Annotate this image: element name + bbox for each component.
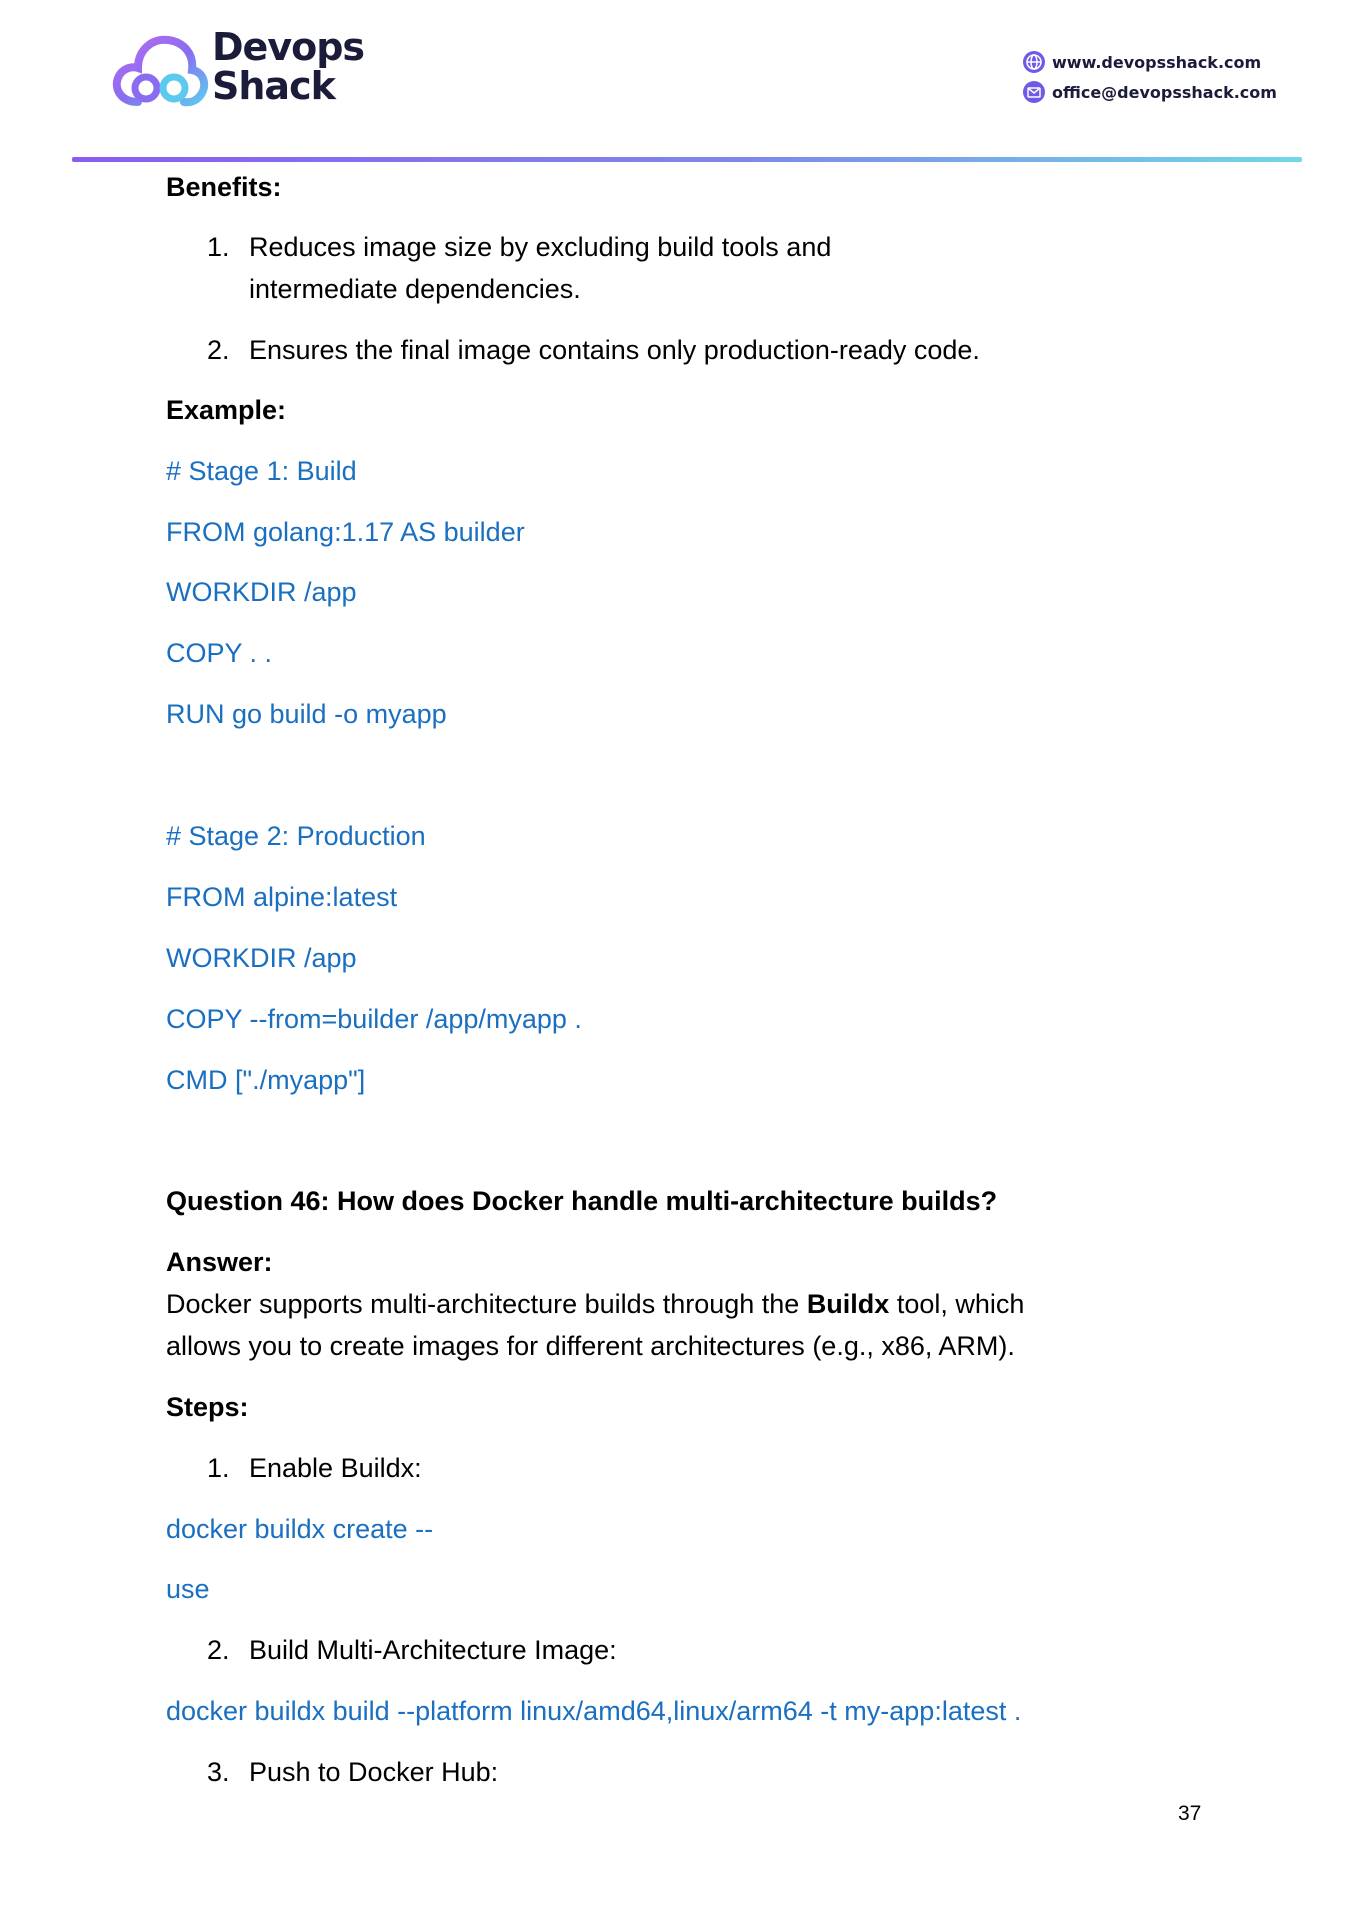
mail-icon bbox=[1023, 81, 1045, 103]
email-row: office@devopsshack.com bbox=[1022, 77, 1322, 107]
code-line: COPY . . bbox=[166, 638, 273, 668]
email-link[interactable]: office@devopsshack.com bbox=[1052, 83, 1277, 102]
answer-text: Docker supports multi-architecture build… bbox=[166, 1286, 1024, 1322]
code-line: FROM golang:1.17 AS builder bbox=[166, 517, 525, 547]
brand-line1: Devops bbox=[212, 25, 365, 69]
brand-line2: Shack bbox=[212, 64, 336, 108]
code-line: # Stage 2: Production bbox=[166, 821, 426, 851]
code-line: use bbox=[166, 1574, 210, 1604]
cloud-logo-icon bbox=[112, 35, 209, 107]
example-heading: Example: bbox=[166, 395, 287, 425]
answer-text-end: tool, which bbox=[889, 1289, 1025, 1319]
buildx-term: Buildx bbox=[806, 1289, 890, 1319]
step-number: 3. bbox=[207, 1757, 230, 1787]
step-number: 2. bbox=[207, 1635, 230, 1665]
code-line: COPY --from=builder /app/myapp . bbox=[166, 1004, 582, 1034]
steps-heading: Steps: bbox=[166, 1392, 249, 1422]
code-line: docker buildx build --platform linux/amd… bbox=[166, 1696, 1022, 1726]
benefit-number: 1. bbox=[207, 232, 230, 262]
answer-text-start: Docker supports multi-architecture build… bbox=[166, 1289, 807, 1319]
globe-icon bbox=[1023, 51, 1045, 73]
step-label: Enable Buildx: bbox=[249, 1453, 422, 1483]
contact-info: www.devopsshack.com office@devopsshack.c… bbox=[1022, 47, 1322, 107]
code-line: RUN go build -o myapp bbox=[166, 699, 447, 729]
header-divider bbox=[72, 157, 1302, 162]
benefit-number: 2. bbox=[207, 335, 230, 365]
benefits-heading: Benefits: bbox=[166, 172, 282, 202]
question-heading: Question 46: How does Docker handle mult… bbox=[166, 1186, 998, 1216]
step-label: Push to Docker Hub: bbox=[249, 1757, 499, 1787]
benefit-text-cont: intermediate dependencies. bbox=[249, 274, 581, 304]
step-number: 1. bbox=[207, 1453, 230, 1483]
answer-heading: Answer: bbox=[166, 1247, 273, 1277]
page-number: 37 bbox=[1178, 1802, 1202, 1825]
devopsshack-logo: Devops Shack bbox=[108, 26, 368, 116]
code-line: CMD ["./myapp"] bbox=[166, 1065, 366, 1095]
benefit-text: Reduces image size by excluding build to… bbox=[249, 232, 832, 262]
code-line: WORKDIR /app bbox=[166, 943, 357, 973]
answer-text-cont: allows you to create images for differen… bbox=[166, 1331, 1015, 1361]
code-line: docker buildx create -- bbox=[166, 1514, 434, 1544]
code-line: FROM alpine:latest bbox=[166, 882, 398, 912]
benefit-text: Ensures the final image contains only pr… bbox=[249, 335, 980, 365]
code-line: WORKDIR /app bbox=[166, 577, 357, 607]
code-line: # Stage 1: Build bbox=[166, 456, 357, 486]
website-link[interactable]: www.devopsshack.com bbox=[1052, 53, 1261, 72]
website-row: www.devopsshack.com bbox=[1022, 47, 1322, 77]
step-label: Build Multi-Architecture Image: bbox=[249, 1635, 617, 1665]
